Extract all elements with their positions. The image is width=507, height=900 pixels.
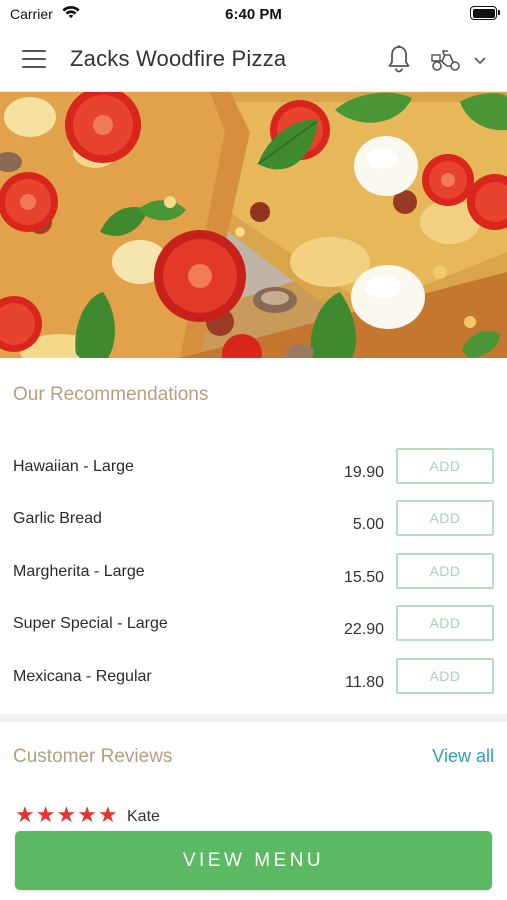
list-item: Mexicana - Regular 11.80 ADD — [0, 658, 507, 702]
add-button[interactable]: ADD — [396, 448, 494, 484]
page-title: Zacks Woodfire Pizza — [70, 46, 287, 71]
star-icon: ★ — [97, 803, 118, 828]
item-name: Margherita - Large — [13, 563, 145, 580]
list-item: Margherita - Large 15.50 ADD — [0, 553, 507, 597]
chevron-down-icon — [474, 57, 486, 65]
star-icon: ★ — [77, 803, 97, 828]
view-menu-button[interactable]: VIEW MENU — [15, 831, 492, 890]
list-item: Super Special - Large 22.90 ADD — [0, 605, 507, 649]
star-icon: ★ — [56, 803, 77, 828]
scooter-icon[interactable] — [430, 46, 490, 74]
item-price: 22.90 — [343, 621, 384, 638]
reviewer-name: Kate — [127, 808, 160, 825]
star-rating: ★ ★ ★ ★ ★ — [15, 805, 118, 827]
item-name: Mexicana - Regular — [13, 668, 152, 685]
add-button[interactable]: ADD — [396, 605, 494, 641]
add-button[interactable]: ADD — [396, 658, 494, 694]
list-item: Hawaiian - Large 19.90 ADD — [0, 448, 507, 492]
item-price: 19.90 — [343, 464, 384, 481]
item-name: Garlic Bread — [13, 510, 102, 527]
view-all-link[interactable]: View all — [432, 746, 494, 767]
clock: 6:40 PM — [225, 6, 282, 23]
star-icon: ★ — [35, 803, 56, 828]
battery-icon — [470, 6, 500, 20]
list-item: Garlic Bread 5.00 ADD — [0, 500, 507, 544]
item-name: Super Special - Large — [13, 615, 168, 632]
section-divider — [0, 714, 507, 722]
item-price: 15.50 — [343, 569, 384, 586]
reviews-title: Customer Reviews — [13, 746, 173, 767]
star-icon: ★ — [15, 803, 35, 828]
hero-pizza-image — [0, 92, 507, 358]
item-price: 11.80 — [345, 674, 384, 691]
item-price: 5.00 — [352, 516, 384, 533]
status-bar: Carrier 6:40 PM — [0, 0, 507, 28]
app-header: Zacks Woodfire Pizza — [0, 28, 507, 92]
add-button[interactable]: ADD — [396, 553, 494, 589]
add-button[interactable]: ADD — [396, 500, 494, 536]
item-name: Hawaiian - Large — [13, 458, 134, 475]
hamburger-menu-icon[interactable] — [22, 50, 48, 70]
recommendations-title: Our Recommendations — [13, 384, 209, 405]
bell-icon[interactable] — [386, 44, 412, 74]
